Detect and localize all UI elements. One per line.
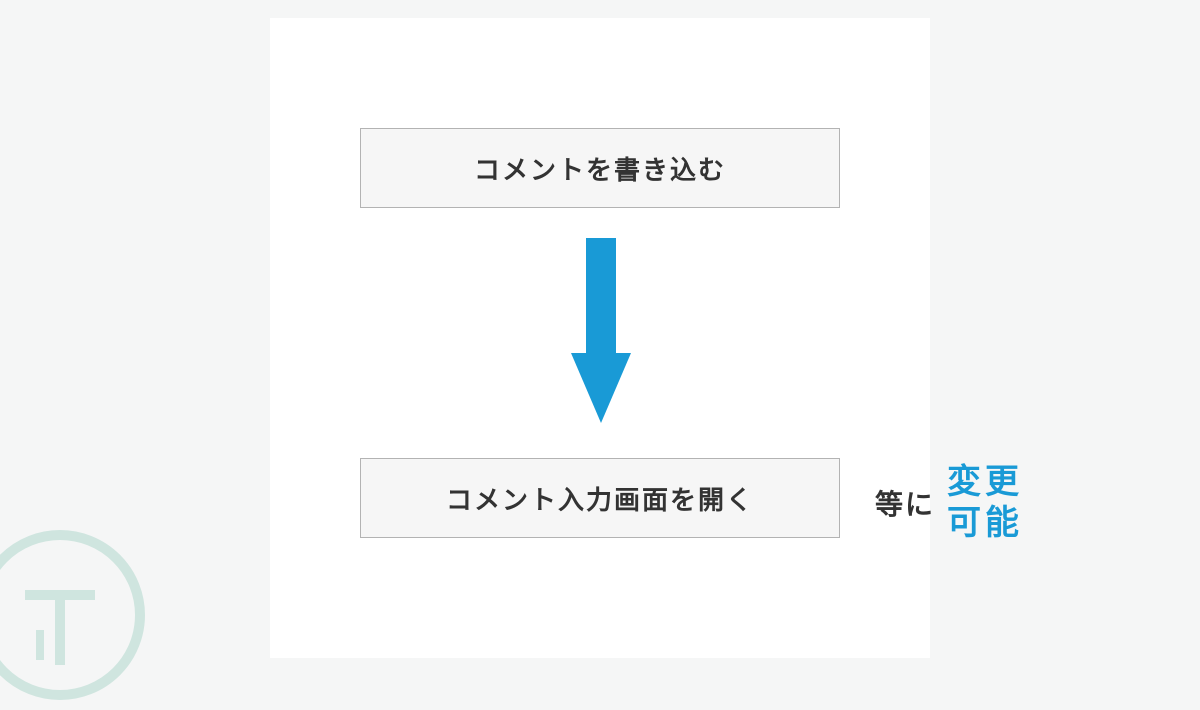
source-box: コメントを書き込む	[360, 128, 840, 208]
down-arrow-icon	[571, 238, 631, 428]
source-box-label: コメントを書き込む	[474, 150, 726, 187]
side-caption-prefix: 等に	[875, 483, 935, 523]
side-caption-highlight: 変更 可能	[947, 462, 1023, 544]
logo-icon	[0, 525, 150, 705]
target-box: コメント入力画面を開く	[360, 458, 840, 538]
side-caption-line1: 変更	[947, 462, 1023, 503]
side-caption: 等に 変更 可能	[875, 462, 1023, 544]
side-caption-line2: 可能	[947, 503, 1023, 544]
target-box-label: コメント入力画面を開く	[446, 480, 754, 517]
